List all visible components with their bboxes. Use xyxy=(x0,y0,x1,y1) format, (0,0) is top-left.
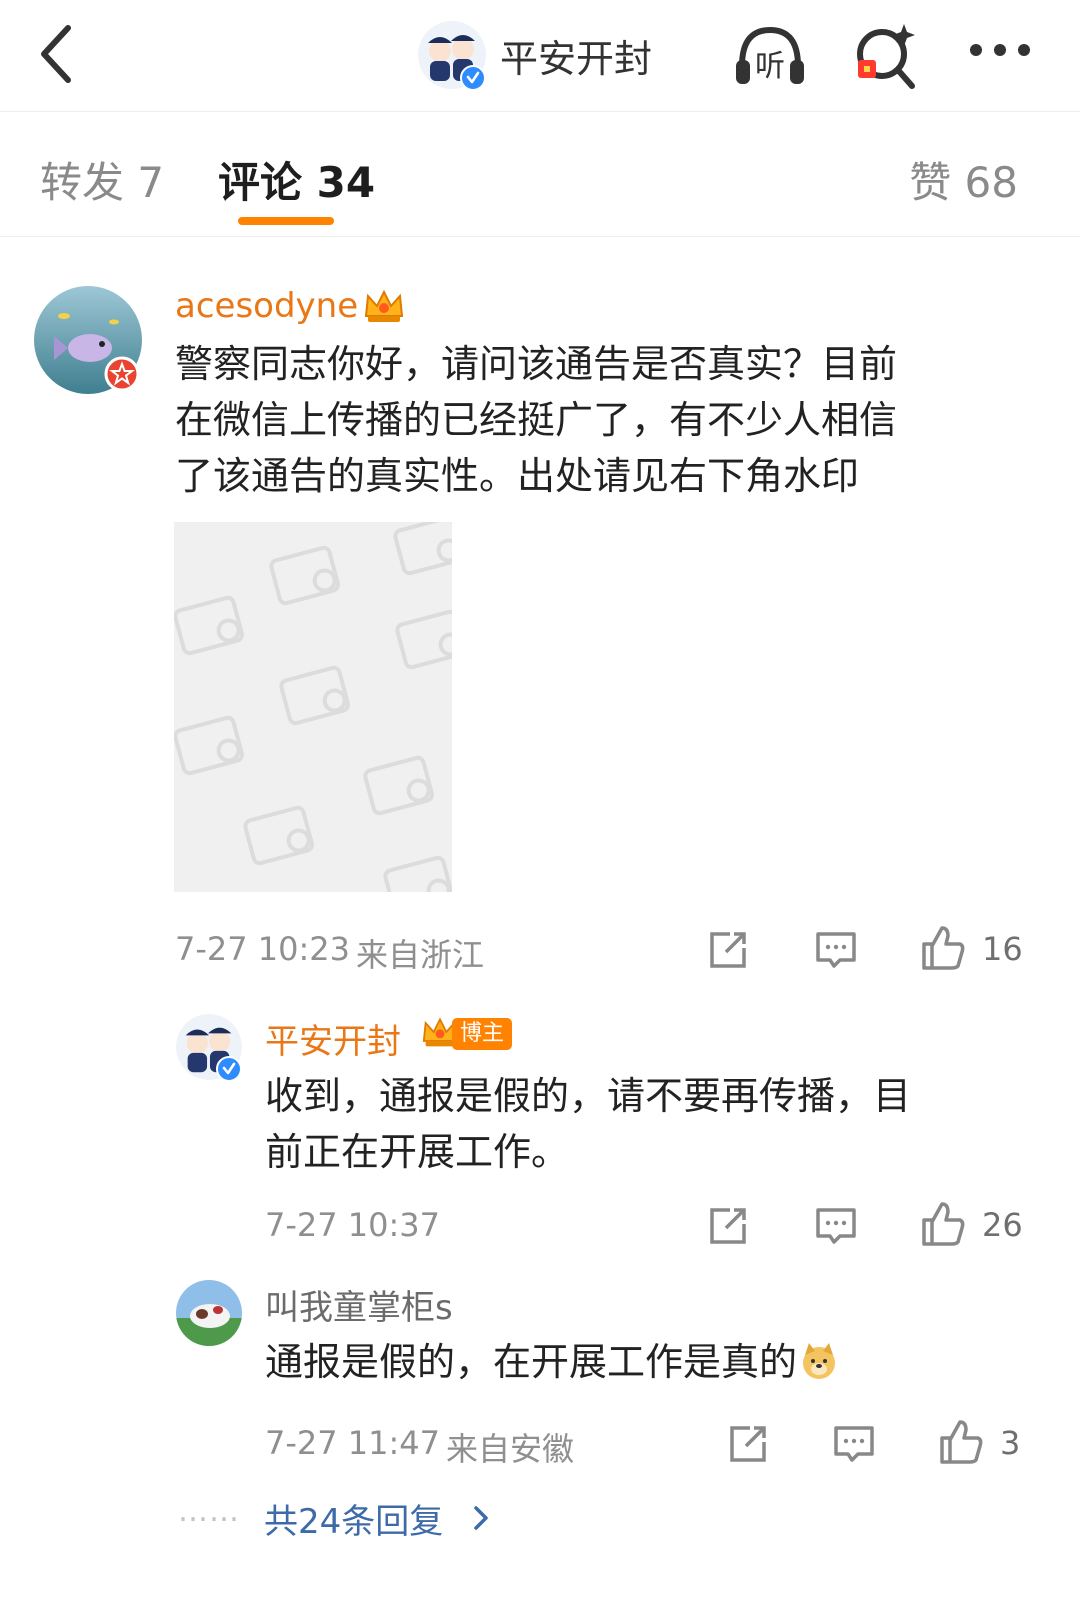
svg-text:听: 听 xyxy=(755,49,785,84)
top-nav-bar: 平安开封 听 xyxy=(0,0,1080,112)
like-count: 26 xyxy=(982,1206,1023,1244)
tab-like[interactable]: 赞 68 xyxy=(909,149,1018,210)
reply-text: 收到，通报是假的，请不要再传播，目 前正在开展工作。 xyxy=(265,1074,912,1174)
replies-divider: …… xyxy=(178,1494,240,1529)
reply-location: 来自安徽 xyxy=(446,1430,575,1468)
account-title[interactable]: 平安开封 xyxy=(418,18,652,92)
crown-icon xyxy=(364,289,404,322)
tab-repost[interactable]: 转发 7 xyxy=(40,149,164,210)
listen-headphones-icon[interactable]: 听 xyxy=(730,16,810,96)
like-count: 16 xyxy=(982,930,1023,968)
comment-location: 来自浙江 xyxy=(356,936,485,974)
active-tab-indicator xyxy=(238,217,334,225)
avatar[interactable] xyxy=(176,1280,242,1346)
like-thumb-icon[interactable] xyxy=(918,1200,966,1248)
like-thumb-icon[interactable] xyxy=(918,924,966,972)
member-badge-icon xyxy=(104,356,140,392)
chevron-right-icon[interactable] xyxy=(470,1504,492,1532)
share-icon[interactable] xyxy=(704,1202,752,1250)
account-name: 平安开封 xyxy=(500,36,653,81)
reply-time: 7-27 11:47 xyxy=(265,1424,441,1462)
reply-username[interactable]: 叫我童掌柜s xyxy=(265,1280,453,1329)
share-icon[interactable] xyxy=(704,926,752,974)
comment-text: 警察同志你好，请问该通告是否真实？目前 在微信上传播的已经挺广了，有不少人相信 … xyxy=(175,342,898,498)
more-dots-icon[interactable] xyxy=(962,16,1042,96)
comment-icon[interactable] xyxy=(812,1202,860,1250)
view-all-replies-link[interactable]: 共24条回复 xyxy=(264,1494,443,1543)
like-count: 3 xyxy=(1000,1424,1021,1462)
image-placeholder[interactable] xyxy=(174,522,452,892)
back-arrow-icon[interactable] xyxy=(30,14,100,94)
search-icon[interactable] xyxy=(848,16,928,96)
doge-emoji-icon xyxy=(803,1343,836,1379)
verified-badge-icon xyxy=(216,1056,242,1082)
account-avatar xyxy=(418,21,486,91)
author-badge: 博主 xyxy=(452,1018,513,1050)
reply-time: 7-27 10:37 xyxy=(265,1206,441,1244)
comment-tabs: 转发 7 评论 34 赞 68 xyxy=(0,113,1080,237)
reply-text: 通报是假的，在开展工作是真的 xyxy=(265,1334,1025,1390)
verified-badge-icon xyxy=(460,65,486,91)
comment-icon[interactable] xyxy=(812,926,860,974)
share-icon[interactable] xyxy=(724,1420,772,1468)
comment-icon[interactable] xyxy=(830,1420,878,1468)
like-thumb-icon[interactable] xyxy=(936,1418,984,1466)
tab-comment[interactable]: 评论 34 xyxy=(218,149,375,210)
comment-time: 7-27 10:23 xyxy=(175,930,351,968)
reply-username[interactable]: 平安开封 xyxy=(265,1014,401,1063)
comment-username[interactable]: acesodyne xyxy=(175,286,358,326)
